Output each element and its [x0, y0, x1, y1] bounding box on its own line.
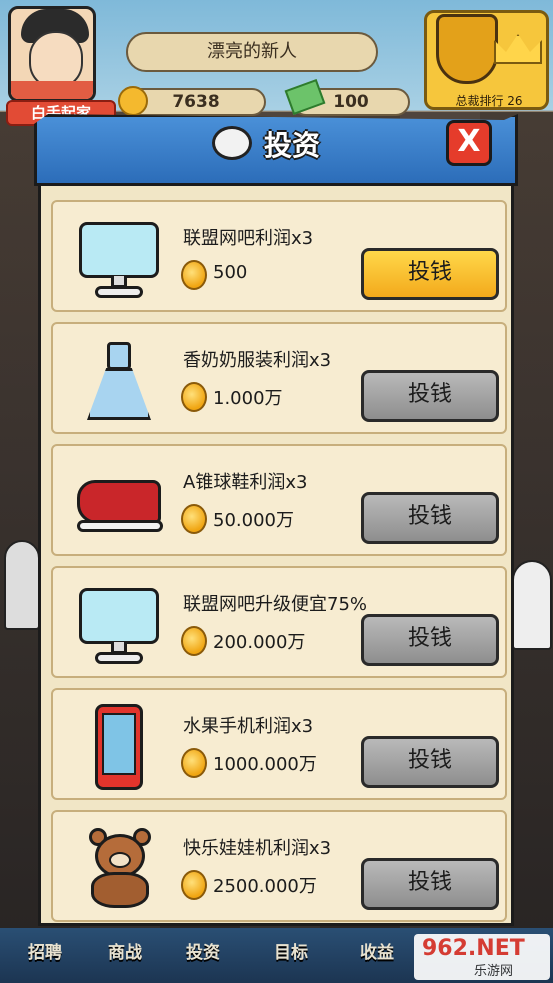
nav-business-war[interactable]: 商战	[90, 936, 160, 970]
invest-button[interactable]: 投钱	[361, 248, 499, 300]
coin-icon	[181, 382, 207, 412]
nav-invest[interactable]: 投资	[168, 936, 238, 970]
item-price: 50.000万	[213, 510, 294, 531]
invest-item: 水果手机利润x3 1000.000万 投钱	[51, 688, 507, 800]
nav-earnings[interactable]: 收益	[342, 936, 412, 970]
watermark-top: 962.NET	[422, 936, 525, 961]
item-name: 水果手机利润x3	[183, 716, 314, 737]
item-price: 1.000万	[213, 388, 283, 409]
coin-icon	[181, 504, 207, 534]
invest-button[interactable]: 投钱	[361, 736, 499, 788]
invest-button[interactable]: 投钱	[361, 492, 499, 544]
item-price: 200.000万	[213, 632, 306, 653]
item-name: 快乐娃娃机利润x3	[183, 838, 332, 859]
item-name: 联盟网吧升级便宜75%	[183, 594, 368, 615]
player-avatar[interactable]	[8, 6, 96, 102]
invest-modal: 投资 X 联盟网吧利润x3 500 投钱 香奶奶服装利润x3 1.000万 投钱	[34, 114, 518, 926]
player-title: 漂亮的新人	[126, 32, 378, 72]
coin-icon	[118, 86, 148, 116]
item-name: A锥球鞋利润x3	[183, 472, 308, 493]
modal-body: 联盟网吧利润x3 500 投钱 香奶奶服装利润x3 1.000万 投钱 A锥球鞋…	[38, 186, 514, 926]
watermark-bottom: 乐游网	[474, 964, 514, 979]
close-button[interactable]: X	[446, 120, 492, 166]
modal-title: 投资	[264, 129, 321, 162]
phone-icon	[73, 704, 165, 790]
invest-button[interactable]: 投钱	[361, 858, 499, 910]
coin-icon	[181, 748, 207, 778]
item-price: 2500.000万	[213, 876, 317, 897]
invest-item: 联盟网吧利润x3 500 投钱	[51, 200, 507, 312]
invest-button[interactable]: 投钱	[361, 614, 499, 666]
item-price: 500	[213, 262, 248, 283]
invest-item: 香奶奶服装利润x3 1.000万 投钱	[51, 322, 507, 434]
item-name: 香奶奶服装利润x3	[183, 350, 332, 371]
invest-item: 联盟网吧升级便宜75% 200.000万 投钱	[51, 566, 507, 678]
teddy-bear-icon	[73, 826, 165, 910]
coin-icon	[181, 260, 207, 290]
dress-icon	[73, 338, 165, 422]
nav-goals[interactable]: 目标	[256, 936, 326, 970]
sneaker-icon	[73, 460, 165, 544]
monitor-icon	[73, 216, 165, 300]
avatar-shirt	[11, 81, 93, 99]
item-price: 1000.000万	[213, 754, 317, 775]
site-watermark: 962.NET 乐游网	[414, 934, 550, 980]
monitor-icon	[73, 582, 165, 666]
nav-recruit[interactable]: 招聘	[10, 936, 80, 970]
background-character-right	[512, 560, 552, 650]
trophy-icon	[436, 14, 498, 84]
coin-icon	[181, 626, 207, 656]
invest-button[interactable]: 投钱	[361, 370, 499, 422]
investment-icon	[212, 126, 252, 160]
invest-item: 快乐娃娃机利润x3 2500.000万 投钱	[51, 810, 507, 922]
item-name: 联盟网吧利润x3	[183, 228, 314, 249]
rank-label: 总裁排行 26	[455, 94, 523, 108]
coin-icon	[181, 870, 207, 900]
invest-item: A锥球鞋利润x3 50.000万 投钱	[51, 444, 507, 556]
